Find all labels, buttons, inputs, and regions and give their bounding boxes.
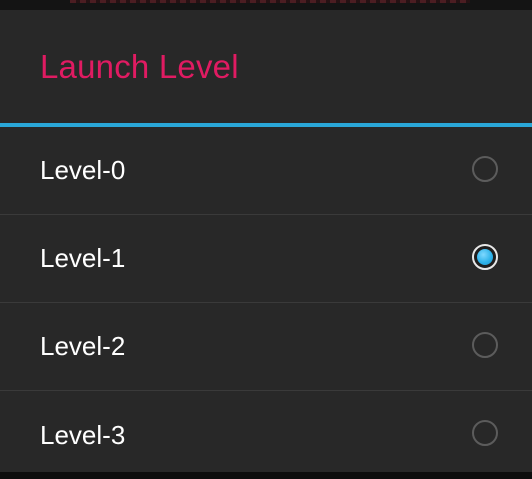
launch-level-dialog: Launch Level Level-0 Level-1 Level-2 Lev… xyxy=(0,10,532,472)
option-label: Level-3 xyxy=(40,419,126,450)
option-level-0[interactable]: Level-0 xyxy=(0,127,532,215)
radio-button-level-0[interactable] xyxy=(472,155,498,182)
option-level-2[interactable]: Level-2 xyxy=(0,303,532,391)
option-label: Level-0 xyxy=(40,155,126,185)
level-options-list: Level-0 Level-1 Level-2 Level-3 xyxy=(0,127,532,479)
option-level-3[interactable]: Level-3 xyxy=(0,391,532,479)
option-label: Level-2 xyxy=(40,331,126,361)
option-level-1[interactable]: Level-1 xyxy=(0,215,532,303)
radio-button-level-1[interactable] xyxy=(472,243,498,270)
radio-button-level-2[interactable] xyxy=(472,331,498,358)
option-label: Level-1 xyxy=(40,243,126,273)
dialog-title: Launch Level xyxy=(40,47,239,85)
background-app-edge xyxy=(0,0,532,10)
radio-button-level-3[interactable] xyxy=(472,420,498,446)
background-app-border xyxy=(70,0,470,3)
